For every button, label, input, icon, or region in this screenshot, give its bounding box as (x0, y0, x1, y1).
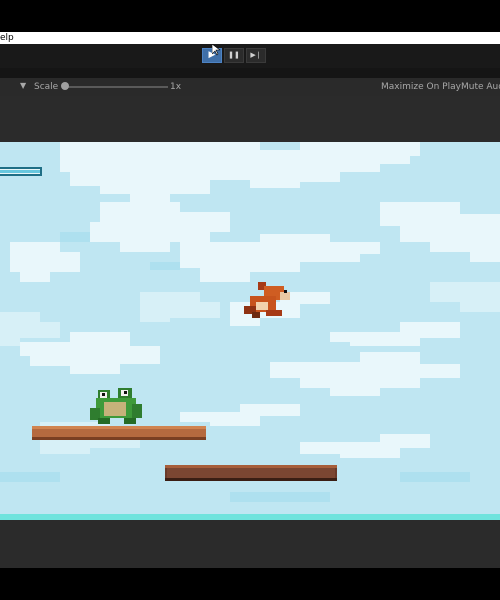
player-health-fill (0, 170, 40, 173)
menu-item-help[interactable]: elp (0, 32, 14, 44)
mute-audio-toggle[interactable]: Mute Audio (461, 82, 500, 92)
toolbar-separator (0, 68, 500, 78)
maximize-on-play-toggle[interactable]: Maximize On Play (381, 82, 461, 92)
scale-label: Scale (34, 82, 59, 92)
bottom-black-strip (0, 568, 500, 600)
scale-value: 1x (170, 82, 182, 92)
pause-icon: ❚❚ (228, 51, 240, 59)
aspect-dropdown-icon[interactable]: ▼ (20, 81, 26, 90)
pause-button[interactable]: ❚❚ (224, 48, 244, 63)
scale-slider-handle[interactable] (61, 82, 69, 90)
player-health-bar (0, 167, 42, 176)
play-toolbar: ▶ ❚❚ ▶❘ (0, 44, 500, 68)
menu-bar: elp (0, 32, 500, 44)
step-button[interactable]: ▶❘ (246, 48, 266, 63)
scale-slider-track[interactable] (64, 86, 168, 88)
step-icon: ▶❘ (250, 51, 262, 59)
game-view-bar: ▼ Scale 1x Maximize On Play Mute Audio (0, 78, 500, 97)
sky-background (0, 142, 500, 520)
game-viewport[interactable] (0, 142, 500, 520)
dirt-platform-upper (32, 426, 206, 440)
mouse-cursor-icon (212, 44, 220, 56)
dirt-platform-lower (165, 465, 337, 481)
